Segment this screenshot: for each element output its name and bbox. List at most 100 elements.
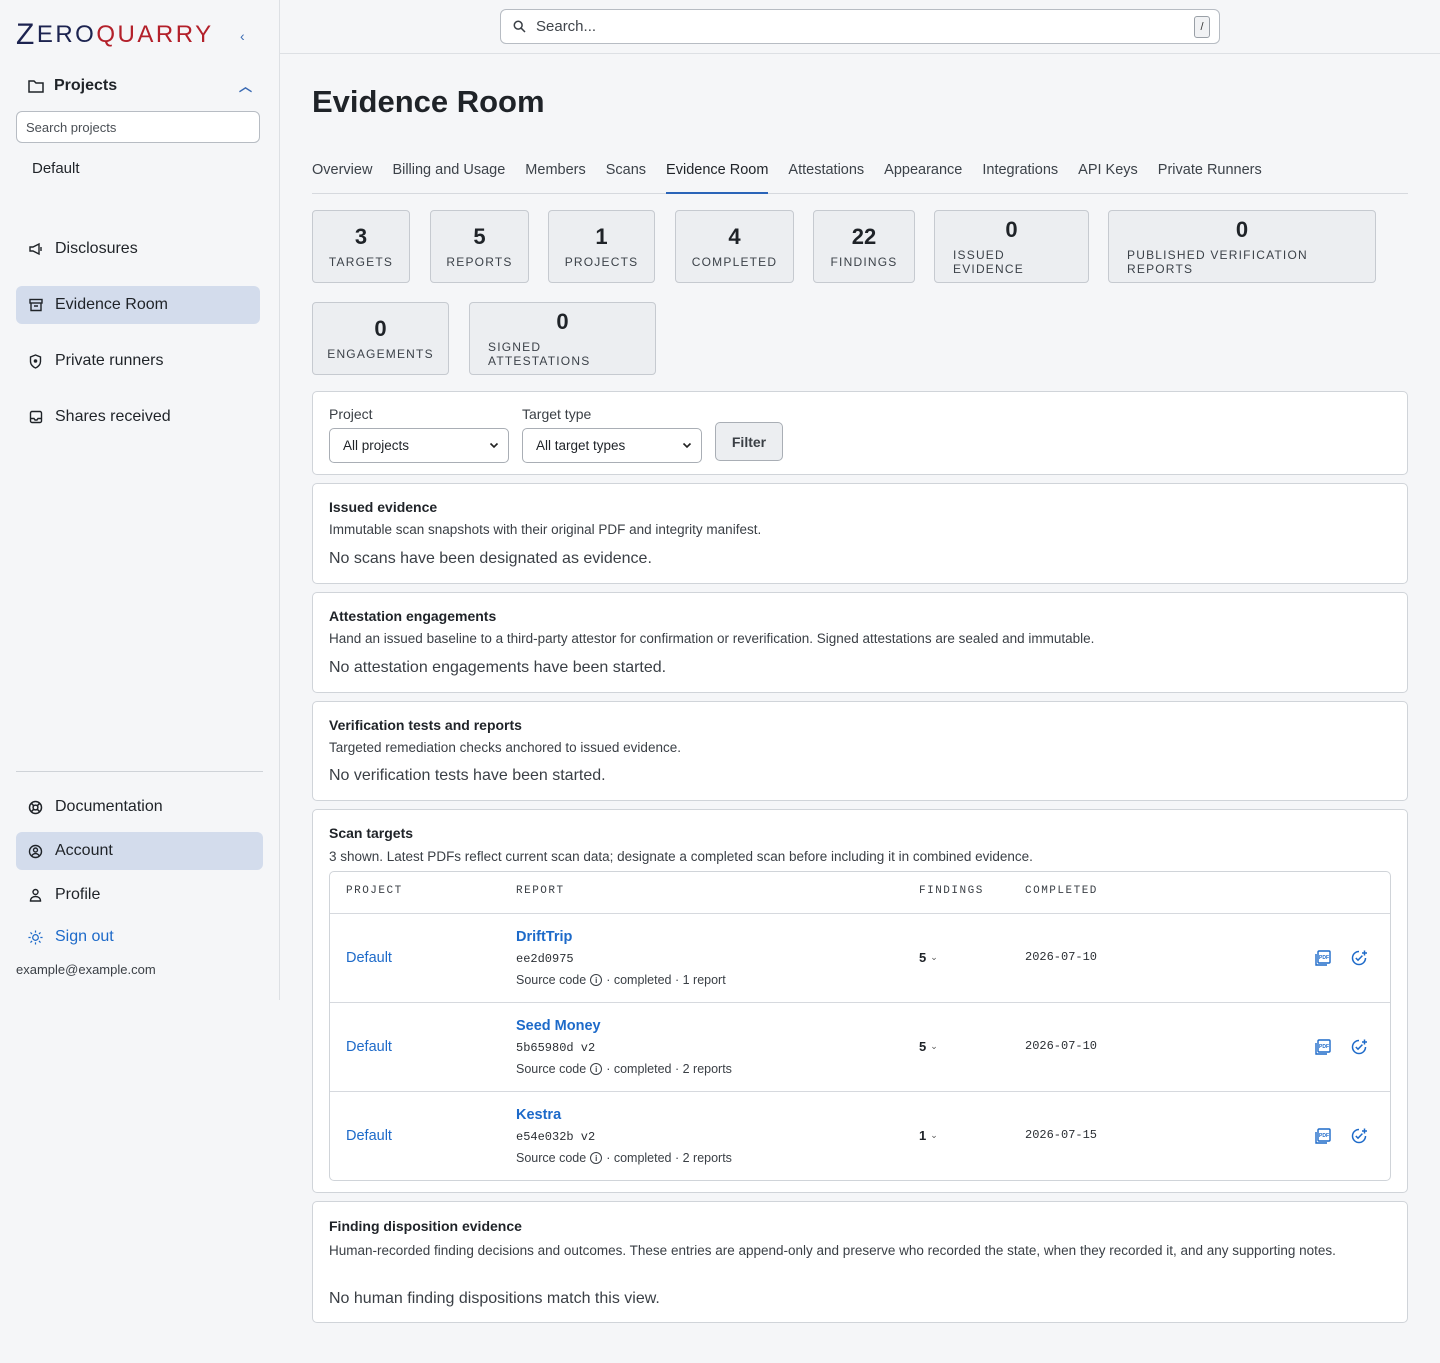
sidebar-divider [16,771,263,772]
tab-appearance[interactable]: Appearance [884,152,962,194]
stat-value: 22 [851,224,877,249]
tab-members[interactable]: Members [525,152,585,194]
logo-uarry: UARRY [117,21,214,48]
nav-shares-received[interactable]: Shares received [16,398,260,436]
pdf-download-icon[interactable]: PDF [1314,1127,1332,1145]
info-icon[interactable]: i [590,1063,603,1075]
row-target-type: Source code [516,973,587,987]
target-type-filter-select[interactable]: All target types [522,428,702,463]
folder-icon [28,79,44,93]
table-row: Default Kestra e54e032b v2 Source code i… [330,1092,1390,1181]
filter-card: Project All projects Target type All tar… [312,391,1408,475]
info-icon[interactable]: i [590,1152,603,1164]
nav-profile-label: Profile [55,886,101,903]
row-findings-toggle[interactable]: 1 ⌄ [919,1128,938,1143]
designate-evidence-icon[interactable] [1350,1038,1368,1056]
inbox-icon [28,410,43,425]
sun-icon [28,929,43,945]
user-email: example@example.com [16,962,156,977]
attestation-engagements-card: Attestation engagements Hand an issued b… [312,592,1408,693]
stat-reports: 5 Reports [430,210,529,283]
projects-toggle[interactable]: Projects ︿ [28,76,252,95]
nav-evidence-room[interactable]: Evidence Room [16,286,260,324]
nav-account-label: Account [55,842,113,859]
row-findings-toggle[interactable]: 5 ⌄ [919,950,938,965]
row-meta: Source code i · completed · 1 report [516,973,726,987]
tab-evidence-room[interactable]: Evidence Room [666,152,769,194]
row-status: · completed · 1 report [606,973,726,987]
pdf-download-icon[interactable]: PDF [1314,949,1332,967]
nav-disclosures[interactable]: Disclosures [16,230,260,268]
designate-evidence-icon[interactable] [1350,949,1368,967]
project-item-default[interactable]: Default [32,160,80,177]
nav-private-runners-label: Private runners [55,352,164,369]
target-type-filter-label: Target type [522,406,592,422]
row-completed-date: 2026-07-10 [1025,950,1098,964]
nav-profile[interactable]: Profile [16,876,260,914]
stat-value: 5 [473,224,486,249]
chevron-down-icon: ⌄ [930,1130,938,1140]
svg-text:PDF: PDF [1319,1133,1329,1139]
sidebar: ZEROQUARRY ‹ Projects ︿ Default Disclosu… [0,0,280,1000]
column-header-project: PROJECT [346,885,403,897]
row-project-link[interactable]: Default [346,950,392,966]
tab-api-keys[interactable]: API Keys [1078,152,1138,194]
row-report-link[interactable]: Seed Money [516,1018,601,1034]
row-project-link[interactable]: Default [346,1039,392,1055]
row-meta: Source code i · completed · 2 reports [516,1062,732,1076]
sign-out-button[interactable]: Sign out [16,918,260,956]
row-findings-toggle[interactable]: 5 ⌄ [919,1039,938,1054]
user-circle-icon [28,844,43,859]
tab-overview[interactable]: Overview [312,152,372,194]
filter-button[interactable]: Filter [715,422,783,461]
tab-billing-and-usage[interactable]: Billing and Usage [392,152,505,194]
empty-state: No verification tests have been started. [329,767,606,784]
search-icon [513,20,526,33]
column-header-findings: FINDINGS [919,885,984,897]
logo-ero: ERO [36,21,97,48]
column-header-completed: COMPLETED [1025,885,1098,897]
stat-engagements: 0 Engagements [312,302,449,375]
stat-value: 4 [728,224,741,249]
stat-findings: 22 Findings [813,210,915,283]
chevron-down-icon: ⌄ [930,952,938,962]
projects-search-input[interactable] [16,111,260,143]
empty-state: No attestation engagements have been sta… [329,659,667,676]
designate-evidence-icon[interactable] [1350,1127,1368,1145]
row-report-link[interactable]: Kestra [516,1107,561,1123]
project-filter-select[interactable]: All projects [329,428,509,463]
tab-private-runners[interactable]: Private Runners [1158,152,1262,194]
tab-scans[interactable]: Scans [606,152,646,194]
stat-label: Issued evidence [953,248,1024,276]
tab-attestations[interactable]: Attestations [788,152,864,194]
collapse-sidebar-icon[interactable]: ‹ [240,28,245,44]
svg-text:PDF: PDF [1319,955,1329,961]
pdf-download-icon[interactable]: PDF [1314,1038,1332,1056]
target-type-filter-value: All target types [536,438,626,453]
empty-state: No scans have been designated as evidenc… [329,550,652,567]
row-completed-date: 2026-07-10 [1025,1039,1098,1053]
tab-integrations[interactable]: Integrations [982,152,1058,194]
stat-label: Completed [691,255,778,269]
row-hash: 5b65980d v2 [516,1041,596,1055]
row-findings-count: 5 [919,1039,927,1054]
global-search-input[interactable] [536,18,1156,35]
stat-targets: 3 Targets [312,210,410,283]
section-description: Human-recorded finding decisions and out… [329,1243,1336,1258]
nav-account[interactable]: Account [16,832,263,870]
nav-evidence-room-label: Evidence Room [55,296,168,313]
megaphone-icon [28,242,43,257]
info-icon[interactable]: i [590,974,603,986]
global-search[interactable]: / [500,9,1220,44]
nav-private-runners[interactable]: Private runners [16,342,260,380]
section-description: 3 shown. Latest PDFs reflect current sca… [329,849,1033,864]
nav-documentation[interactable]: Documentation [16,788,260,826]
search-shortcut-key: / [1194,16,1210,38]
row-findings-count: 5 [919,950,927,965]
nav-disclosures-label: Disclosures [55,240,138,257]
row-report-link[interactable]: DriftTrip [516,929,572,945]
row-project-link[interactable]: Default [346,1128,392,1144]
brand-logo[interactable]: Z ERO Q UARRY [16,18,214,52]
scan-targets-table: PROJECT REPORT FINDINGS COMPLETED Defaul… [329,871,1391,1181]
svg-text:PDF: PDF [1319,1044,1329,1050]
